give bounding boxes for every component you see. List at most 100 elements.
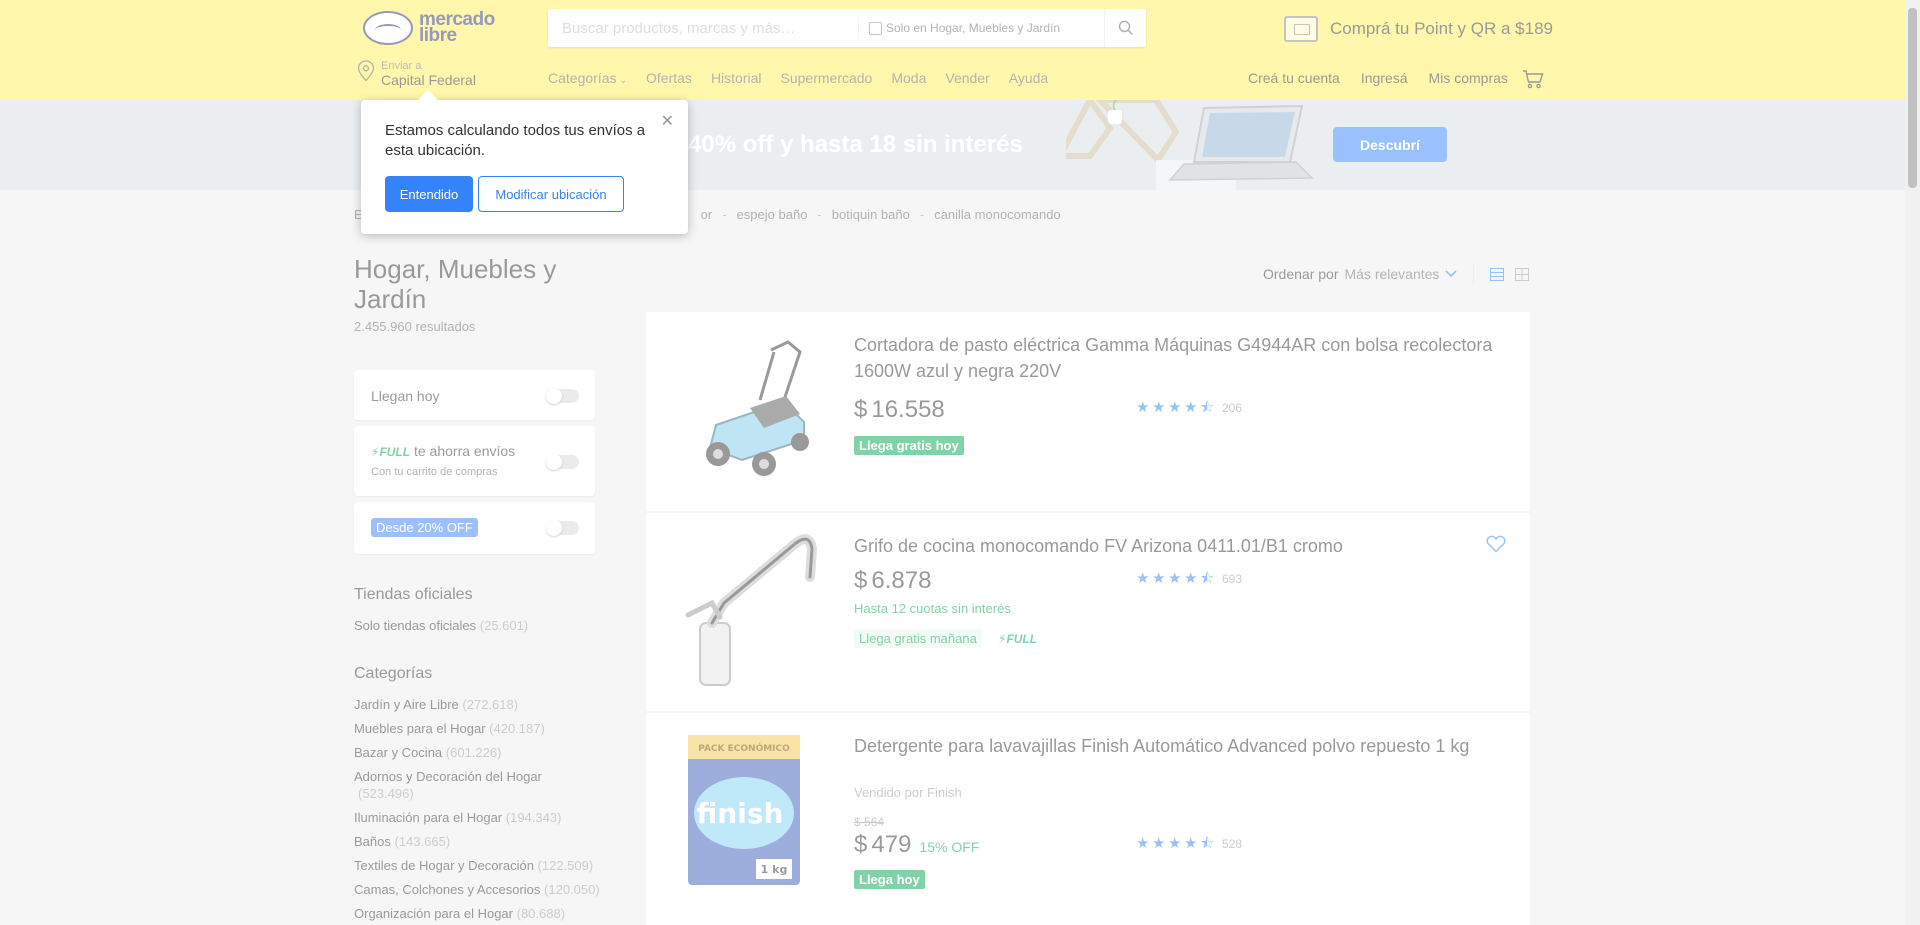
product-title[interactable]: Detergente para lavavajillas Finish Auto…: [854, 733, 1504, 759]
discover-button[interactable]: Descubrí: [1333, 127, 1447, 162]
category-link[interactable]: Jardín y Aire Libre (272.618): [354, 696, 614, 713]
chevron-down-icon: [1445, 270, 1457, 278]
product-title[interactable]: Cortadora de pasto eléctrica Gamma Máqui…: [854, 332, 1504, 384]
product-card[interactable]: PACK ECONÓMICO finish 1 kg Detergente pa…: [646, 713, 1530, 925]
product-card[interactable]: Cortadora de pasto eléctrica Gamma Máqui…: [646, 312, 1530, 512]
breadcrumb-item[interactable]: botiquin baño: [832, 207, 910, 222]
filter-discount[interactable]: Desde 20% OFF: [354, 502, 595, 554]
weight-text: 1 kg: [761, 863, 788, 876]
point-promo[interactable]: Comprá tu Point y QR a $189: [1284, 14, 1553, 44]
star-icon: ★: [1168, 835, 1182, 852]
filter-llegan-hoy[interactable]: Llegan hoy: [354, 370, 595, 420]
star-icon: ★: [1136, 399, 1150, 416]
filter-label: Llegan hoy: [371, 388, 440, 404]
category-link[interactable]: Bazar y Cocina (601.226): [354, 744, 614, 761]
product-title[interactable]: Grifo de cocina monocomando FV Arizona 0…: [854, 533, 1504, 559]
product-price: $6.878: [854, 567, 932, 594]
pack-label: PACK ECONÓMICO: [698, 742, 790, 754]
breadcrumb-item[interactable]: canilla monocomando: [934, 207, 1060, 222]
product-price: $16.558: [854, 396, 945, 423]
star-icon: ★: [1152, 399, 1166, 416]
handshake-icon: [363, 11, 413, 45]
category-link[interactable]: Textiles de Hogar y Decoración (122.509): [354, 857, 614, 874]
product-card[interactable]: Grifo de cocina monocomando FV Arizona 0…: [646, 513, 1530, 712]
promo-banner[interactable]: a 40% off y hasta 18 sin interés: [0, 100, 1905, 190]
category-link[interactable]: Adornos y Decoración del Hogar (523.496): [354, 768, 584, 802]
category-link[interactable]: Camas, Colchones y Accesorios (120.050): [354, 881, 614, 898]
banner-text: a 40% off y hasta 18 sin interés: [668, 131, 1023, 158]
full-badge: ⚡FULL: [371, 445, 411, 459]
sort-dropdown[interactable]: Ordenar por Más relevantes: [1263, 266, 1457, 282]
full-subtext: Con tu carrito de compras: [371, 466, 498, 478]
location-popover: ✕ Estamos calculando todos tus envíos a …: [361, 100, 688, 234]
scrollbar-thumb[interactable]: [1908, 8, 1917, 188]
llegan-hoy-toggle[interactable]: [546, 388, 579, 404]
modify-location-button[interactable]: Modificar ubicación: [478, 176, 624, 212]
grid-view-icon[interactable]: [1515, 268, 1529, 281]
nav-supermercado[interactable]: Supermercado: [781, 70, 873, 86]
star-icon: ★: [1152, 835, 1166, 852]
category-link[interactable]: Muebles para el Hogar (420.187): [354, 720, 614, 737]
page-title: Hogar, Muebles y Jardín: [354, 254, 557, 314]
full-text: te ahorra envíos: [413, 443, 516, 459]
logo-line2: libre: [419, 25, 457, 46]
chevron-down-icon: ⌄: [619, 75, 628, 85]
search-bar: Solo en Hogar, Muebles y Jardín: [548, 9, 1146, 47]
create-account-link[interactable]: Creá tu cuenta: [1248, 70, 1340, 86]
star-icon: ★: [1136, 835, 1150, 852]
nav-categorias[interactable]: Categorías ⌄: [548, 70, 627, 86]
product-rating: ★ ★ ★ ★ ⯪ 693: [1136, 570, 1243, 587]
location-label: Enviar a: [381, 60, 422, 72]
search-button[interactable]: [1104, 9, 1146, 47]
product-price: $479 15% OFF: [854, 831, 980, 858]
full-toggle[interactable]: [546, 454, 579, 470]
delivery-location[interactable]: Enviar a Capital Federal: [357, 60, 476, 88]
point-device-icon: [1284, 16, 1318, 42]
nav-ofertas[interactable]: Ofertas: [646, 70, 692, 86]
shipping-badge: Llega hoy: [854, 870, 925, 889]
list-view-icon[interactable]: [1490, 268, 1504, 281]
understood-button[interactable]: Entendido: [385, 176, 473, 212]
search-category-filter[interactable]: Solo en Hogar, Muebles y Jardín: [858, 17, 1104, 39]
nav-ayuda[interactable]: Ayuda: [1009, 70, 1048, 86]
finish-detergent-image: PACK ECONÓMICO finish 1 kg: [688, 735, 800, 885]
favorite-heart-icon[interactable]: [1486, 535, 1506, 553]
nav-historial[interactable]: Historial: [711, 70, 762, 86]
nav-moda[interactable]: Moda: [891, 70, 926, 86]
results-count: 2.455.960 resultados: [354, 319, 476, 334]
star-icon: ★: [1136, 570, 1150, 587]
product-rating: ★ ★ ★ ★ ⯪ 528: [1136, 835, 1243, 852]
discount-toggle[interactable]: [546, 520, 579, 536]
star-icon: ★: [1184, 570, 1198, 587]
categories-title: Categorías: [354, 665, 433, 682]
category-filter-label: Solo en Hogar, Muebles y Jardín: [886, 21, 1061, 35]
divider: [1473, 265, 1474, 285]
cart-icon[interactable]: [1522, 69, 1544, 89]
official-stores-link[interactable]: Solo tiendas oficiales (25.601): [354, 617, 614, 634]
mercadolibre-logo[interactable]: mercado libre: [363, 9, 499, 47]
account-links: Creá tu cuenta Ingresá Mis compras: [1248, 70, 1508, 86]
old-price: $ 564: [854, 815, 885, 829]
filter-full[interactable]: ⚡FULL te ahorra envíos Con tu carrito de…: [354, 426, 595, 496]
seller-text: Vendido por Finish: [854, 785, 962, 800]
faucet-image: [685, 534, 818, 686]
category-link[interactable]: Organización para el Hogar (80.688): [354, 905, 614, 922]
breadcrumb-item[interactable]: espejo baño: [737, 207, 808, 222]
star-icon: ★: [1184, 399, 1198, 416]
category-link[interactable]: Baños (143.665): [354, 833, 614, 850]
discount-text: 15% OFF: [919, 839, 980, 855]
star-half-icon: ⯪: [1200, 835, 1215, 852]
star-half-icon: ⯪: [1200, 570, 1215, 587]
login-link[interactable]: Ingresá: [1361, 70, 1408, 86]
nav-vender[interactable]: Vender: [945, 70, 989, 86]
installments-text: Hasta 12 cuotas sin interés: [854, 601, 1011, 616]
product-rating: ★ ★ ★ ★ ⯪ 206: [1136, 399, 1243, 416]
category-link[interactable]: Iluminación para el Hogar (194.343): [354, 809, 614, 826]
category-checkbox[interactable]: [869, 21, 882, 35]
shipping-badge: Llega gratis hoy: [854, 436, 964, 455]
search-input[interactable]: [548, 9, 858, 47]
breadcrumb-item[interactable]: or: [701, 207, 713, 222]
main-nav: Categorías ⌄ Ofertas Historial Supermerca…: [548, 70, 1048, 86]
shipping-badge: Llega gratis mañana: [854, 629, 982, 648]
my-purchases-link[interactable]: Mis compras: [1429, 70, 1508, 86]
